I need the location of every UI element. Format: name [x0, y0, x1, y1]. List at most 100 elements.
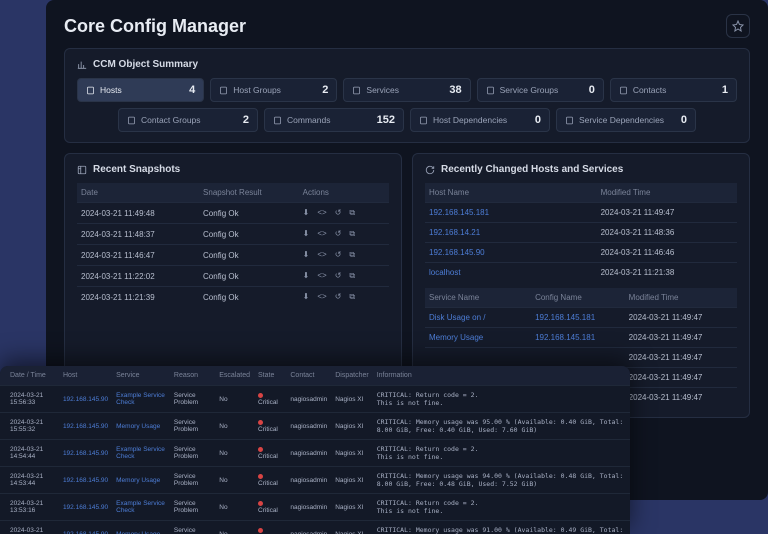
n-host[interactable]: 192.168.145.90 [59, 467, 112, 494]
chip-count: 0 [681, 114, 687, 126]
critical-dot-icon [258, 393, 263, 398]
notif-col: Escalated [215, 366, 254, 386]
col-result: Snapshot Result [199, 183, 299, 203]
svc-cfg[interactable]: 192.168.145.181 [531, 328, 625, 348]
service-row: Memory Usage192.168.145.1812024-03-21 11… [425, 328, 737, 348]
svc-cfg[interactable] [531, 348, 625, 368]
download-icon[interactable]: ⬇ [303, 292, 310, 302]
copy-icon[interactable]: ⧉ [349, 292, 355, 302]
svc-link[interactable]: Memory Usage [425, 328, 531, 348]
snapshot-icon [77, 165, 87, 175]
svc-time: 2024-03-21 11:49:47 [625, 308, 737, 328]
notification-row: 2024-03-21 14:54:44 192.168.145.90 Examp… [0, 440, 630, 467]
n-reason: Service Problem [170, 440, 215, 467]
host-time: 2024-03-21 11:46:46 [597, 243, 737, 263]
n-esc: No [215, 440, 254, 467]
n-state: Critical [254, 494, 286, 521]
copy-icon[interactable]: ⧉ [349, 208, 355, 218]
code-icon[interactable]: <> [317, 229, 326, 239]
n-svc[interactable]: Memory Usage [112, 413, 170, 440]
summary-chip-service-groups[interactable]: Service Groups0 [477, 78, 604, 102]
summary-chip-services[interactable]: Services38 [343, 78, 470, 102]
snapshots-heading: Recent Snapshots [93, 164, 180, 175]
n-disp: Nagios XI [331, 467, 372, 494]
copy-icon[interactable]: ⧉ [349, 229, 355, 239]
host-time: 2024-03-21 11:49:47 [597, 203, 737, 223]
snap-result: Config Ok [199, 266, 299, 287]
col-svcname: Service Name [425, 288, 531, 308]
n-reason: Service Problem [170, 413, 215, 440]
n-host[interactable]: 192.168.145.90 [59, 413, 112, 440]
summary-chip-commands[interactable]: Commands152 [264, 108, 404, 132]
summary-chip-service-dependencies[interactable]: Service Dependencies0 [556, 108, 696, 132]
download-icon[interactable]: ⬇ [303, 229, 310, 239]
n-state: Critical [254, 440, 286, 467]
summary-chip-contacts[interactable]: Contacts1 [610, 78, 737, 102]
n-svc[interactable]: Memory Usage [112, 521, 170, 534]
notification-row: 2024-03-21 14:53:44 192.168.145.90 Memor… [0, 467, 630, 494]
svc-link[interactable]: Disk Usage on / [425, 308, 531, 328]
download-icon[interactable]: ⬇ [303, 208, 310, 218]
history-icon[interactable]: ↺ [335, 208, 342, 218]
svc-link[interactable] [425, 348, 531, 368]
code-icon[interactable]: <> [317, 208, 326, 218]
n-svc[interactable]: Memory Usage [112, 467, 170, 494]
n-esc: No [215, 494, 254, 521]
host-link[interactable]: 192.168.145.181 [425, 203, 597, 223]
page-title: Core Config Manager [64, 16, 246, 37]
doc-icon [86, 86, 95, 95]
copy-icon[interactable]: ⧉ [349, 271, 355, 281]
history-icon[interactable]: ↺ [335, 271, 342, 281]
n-reason: Service Problem [170, 386, 215, 413]
notif-col: Contact [286, 366, 331, 386]
host-link[interactable]: localhost [425, 263, 597, 283]
host-link[interactable]: 192.168.145.90 [425, 243, 597, 263]
notif-col: State [254, 366, 286, 386]
svc-cfg[interactable]: 192.168.145.181 [531, 308, 625, 328]
n-host[interactable]: 192.168.145.90 [59, 521, 112, 534]
n-host[interactable]: 192.168.145.90 [59, 494, 112, 521]
host-time: 2024-03-21 11:48:36 [597, 223, 737, 243]
n-contact: nagiosadmin [286, 440, 331, 467]
snapshot-row: 2024-03-21 11:22:02Config Ok⬇<>↺⧉ [77, 266, 389, 287]
copy-icon[interactable]: ⧉ [349, 250, 355, 260]
chip-count: 4 [189, 84, 195, 96]
history-icon[interactable]: ↺ [335, 292, 342, 302]
n-dt: 2024-03-21 15:56:33 [0, 386, 59, 413]
history-icon[interactable]: ↺ [335, 229, 342, 239]
doc-icon [565, 116, 574, 125]
n-svc[interactable]: Example Service Check [112, 440, 170, 467]
summary-chip-contact-groups[interactable]: Contact Groups2 [118, 108, 258, 132]
n-info: CRITICAL: Return code = 2.This is not fi… [373, 440, 630, 467]
notification-row: 2024-03-21 15:55:32 192.168.145.90 Memor… [0, 413, 630, 440]
snap-result: Config Ok [199, 245, 299, 266]
download-icon[interactable]: ⬇ [303, 250, 310, 260]
summary-chip-hosts[interactable]: Hosts 4 [77, 78, 204, 102]
n-host[interactable]: 192.168.145.90 [59, 386, 112, 413]
download-icon[interactable]: ⬇ [303, 271, 310, 281]
svc-time: 2024-03-21 11:49:47 [625, 388, 737, 408]
summary-chip-host-dependencies[interactable]: Host Dependencies0 [410, 108, 550, 132]
code-icon[interactable]: <> [317, 292, 326, 302]
notif-col: Reason [170, 366, 215, 386]
snap-date: 2024-03-21 11:46:47 [77, 245, 199, 266]
doc-icon [352, 86, 361, 95]
history-icon[interactable]: ↺ [335, 250, 342, 260]
chip-label: Contacts [633, 85, 667, 95]
favorite-button[interactable] [726, 14, 750, 38]
n-contact: nagiosadmin [286, 494, 331, 521]
n-svc[interactable]: Example Service Check [112, 494, 170, 521]
summary-chip-host-groups[interactable]: Host Groups2 [210, 78, 337, 102]
col-modtime: Modified Time [597, 183, 737, 203]
n-host[interactable]: 192.168.145.90 [59, 440, 112, 467]
chip-label: Hosts [100, 85, 122, 95]
code-icon[interactable]: <> [317, 271, 326, 281]
host-link[interactable]: 192.168.14.21 [425, 223, 597, 243]
n-contact: nagiosadmin [286, 521, 331, 534]
n-disp: Nagios XI [331, 413, 372, 440]
code-icon[interactable]: <> [317, 250, 326, 260]
n-esc: No [215, 521, 254, 534]
host-row: localhost2024-03-21 11:21:38 [425, 263, 737, 283]
n-dt: 2024-03-21 15:55:32 [0, 413, 59, 440]
n-svc[interactable]: Example Service Check [112, 386, 170, 413]
